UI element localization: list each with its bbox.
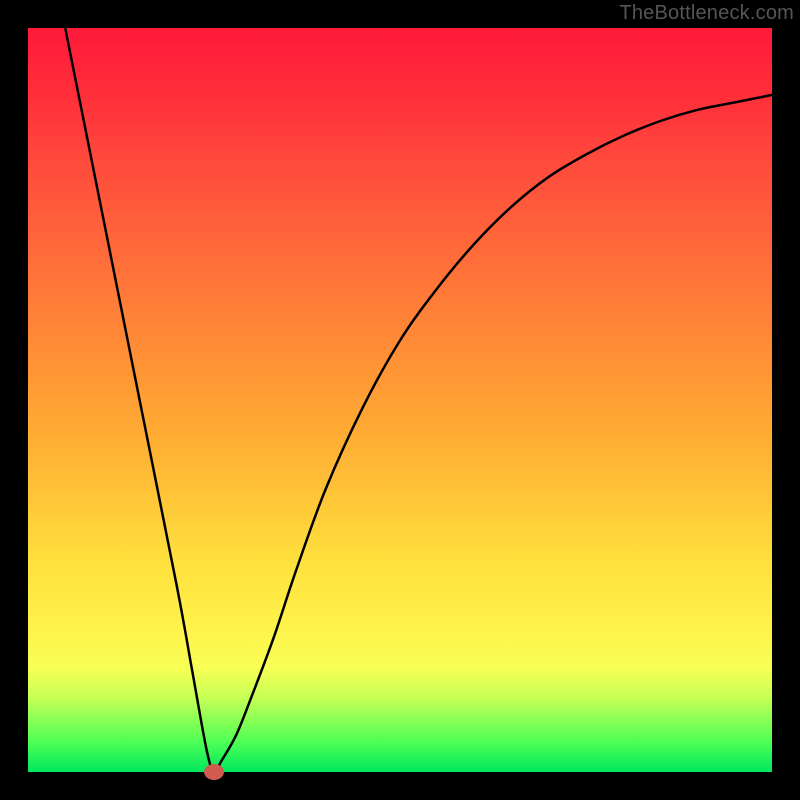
bottleneck-curve [28,28,772,772]
minimum-marker [204,764,224,780]
chart-frame: TheBottleneck.com [0,0,800,800]
plot-area [28,28,772,772]
curve-path [65,28,772,772]
attribution-label: TheBottleneck.com [619,2,794,25]
